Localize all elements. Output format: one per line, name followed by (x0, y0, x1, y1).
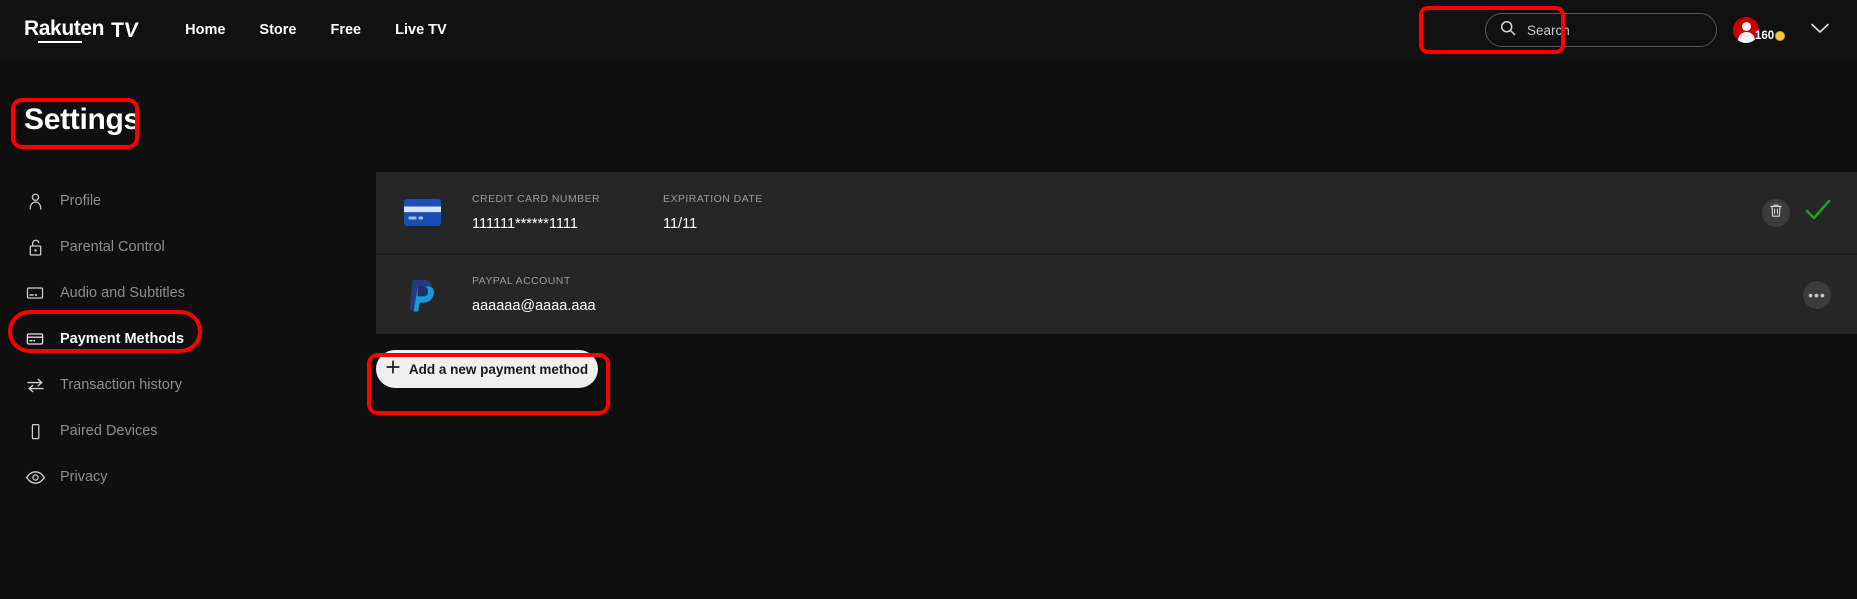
top-header: Rakuten TV Home Store Free Live TV Searc… (0, 0, 1857, 60)
nav-item-live-tv[interactable]: Live TV (395, 22, 447, 38)
sidebar-item-label: Transaction history (60, 377, 182, 393)
field-label: CREDIT CARD NUMBER (472, 193, 601, 205)
mobile-device-icon (24, 420, 46, 442)
field-label: PAYPAL ACCOUNT (472, 275, 571, 287)
field-expiration-date: EXPIRATION DATE 11/11 (663, 193, 763, 232)
row-actions (1762, 198, 1831, 227)
search-input[interactable]: Search (1485, 13, 1717, 47)
person-icon (24, 190, 46, 212)
field-credit-card-number: CREDIT CARD NUMBER 111111******1111 (472, 193, 635, 232)
nav-item-home[interactable]: Home (185, 22, 225, 38)
settings-sidebar: Profile Parental Control Audio and Subti… (0, 178, 330, 500)
payment-method-row-paypal[interactable]: PAYPAL ACCOUNT aaaaaa@aaaa.aaa ••• (376, 253, 1857, 334)
sidebar-item-label: Profile (60, 193, 102, 209)
credit-card-icon (24, 328, 46, 350)
add-payment-method-button[interactable]: Add a new payment method (376, 350, 598, 388)
sidebar-item-label: Paired Devices (60, 423, 158, 439)
credit-card-blue-icon (400, 199, 444, 226)
lock-icon (24, 236, 46, 258)
logo-wordmark: Rakuten (24, 17, 104, 43)
field-paypal-account: PAYPAL ACCOUNT aaaaaa@aaaa.aaa (472, 275, 596, 314)
subtitles-icon (24, 282, 46, 304)
loyalty-points: 160 (1755, 30, 1786, 42)
main-navigation: Home Store Free Live TV (185, 22, 447, 38)
check-icon (1805, 199, 1831, 226)
more-options-button[interactable]: ••• (1803, 280, 1831, 309)
sidebar-item-label: Privacy (60, 469, 108, 485)
field-value: aaaaaa@aaaa.aaa (472, 298, 596, 314)
coin-icon (1775, 31, 1786, 41)
profile-menu-button[interactable]: 160 (1727, 13, 1839, 47)
sidebar-item-label: Parental Control (60, 239, 165, 255)
sidebar-item-payment-methods[interactable]: Payment Methods (0, 316, 330, 362)
payment-method-row-credit-card[interactable]: CREDIT CARD NUMBER 111111******1111 EXPI… (376, 172, 1857, 253)
logo-tv-mark: TV (111, 19, 139, 42)
sidebar-item-transaction-history[interactable]: Transaction history (0, 362, 330, 408)
plus-icon (386, 359, 400, 379)
sidebar-item-label: Payment Methods (60, 331, 185, 347)
eye-icon (24, 466, 46, 488)
sidebar-item-profile[interactable]: Profile (0, 178, 330, 224)
header-right-group: Search 160 (1485, 13, 1839, 47)
row-actions: ••• (1803, 280, 1831, 309)
delete-icon (1769, 203, 1783, 223)
sidebar-item-label: Audio and Subtitles (60, 285, 185, 301)
sidebar-item-paired-devices[interactable]: Paired Devices (0, 408, 330, 454)
more-options-icon: ••• (1808, 286, 1826, 303)
field-value: 111111******1111 (472, 216, 578, 232)
chevron-down-icon[interactable] (1811, 21, 1829, 39)
nav-item-store[interactable]: Store (259, 22, 296, 38)
search-placeholder-text: Search (1527, 22, 1570, 38)
field-value: 11/11 (663, 216, 698, 232)
rakuten-tv-logo[interactable]: Rakuten TV (24, 17, 139, 43)
page-title: Settings (24, 103, 140, 136)
sidebar-item-privacy[interactable]: Privacy (0, 454, 330, 500)
delete-payment-method-button[interactable] (1762, 198, 1790, 227)
search-icon (1500, 20, 1516, 41)
sidebar-item-parental-control[interactable]: Parental Control (0, 224, 330, 270)
sidebar-item-audio-and-subtitles[interactable]: Audio and Subtitles (0, 270, 330, 316)
field-label: EXPIRATION DATE (663, 193, 763, 205)
payment-methods-panel: CREDIT CARD NUMBER 111111******1111 EXPI… (376, 172, 1857, 388)
transfer-arrows-icon (24, 374, 46, 396)
paypal-icon (400, 278, 444, 312)
points-value: 160 (1755, 30, 1775, 42)
nav-item-free[interactable]: Free (330, 22, 361, 38)
add-payment-method-label: Add a new payment method (408, 361, 589, 377)
